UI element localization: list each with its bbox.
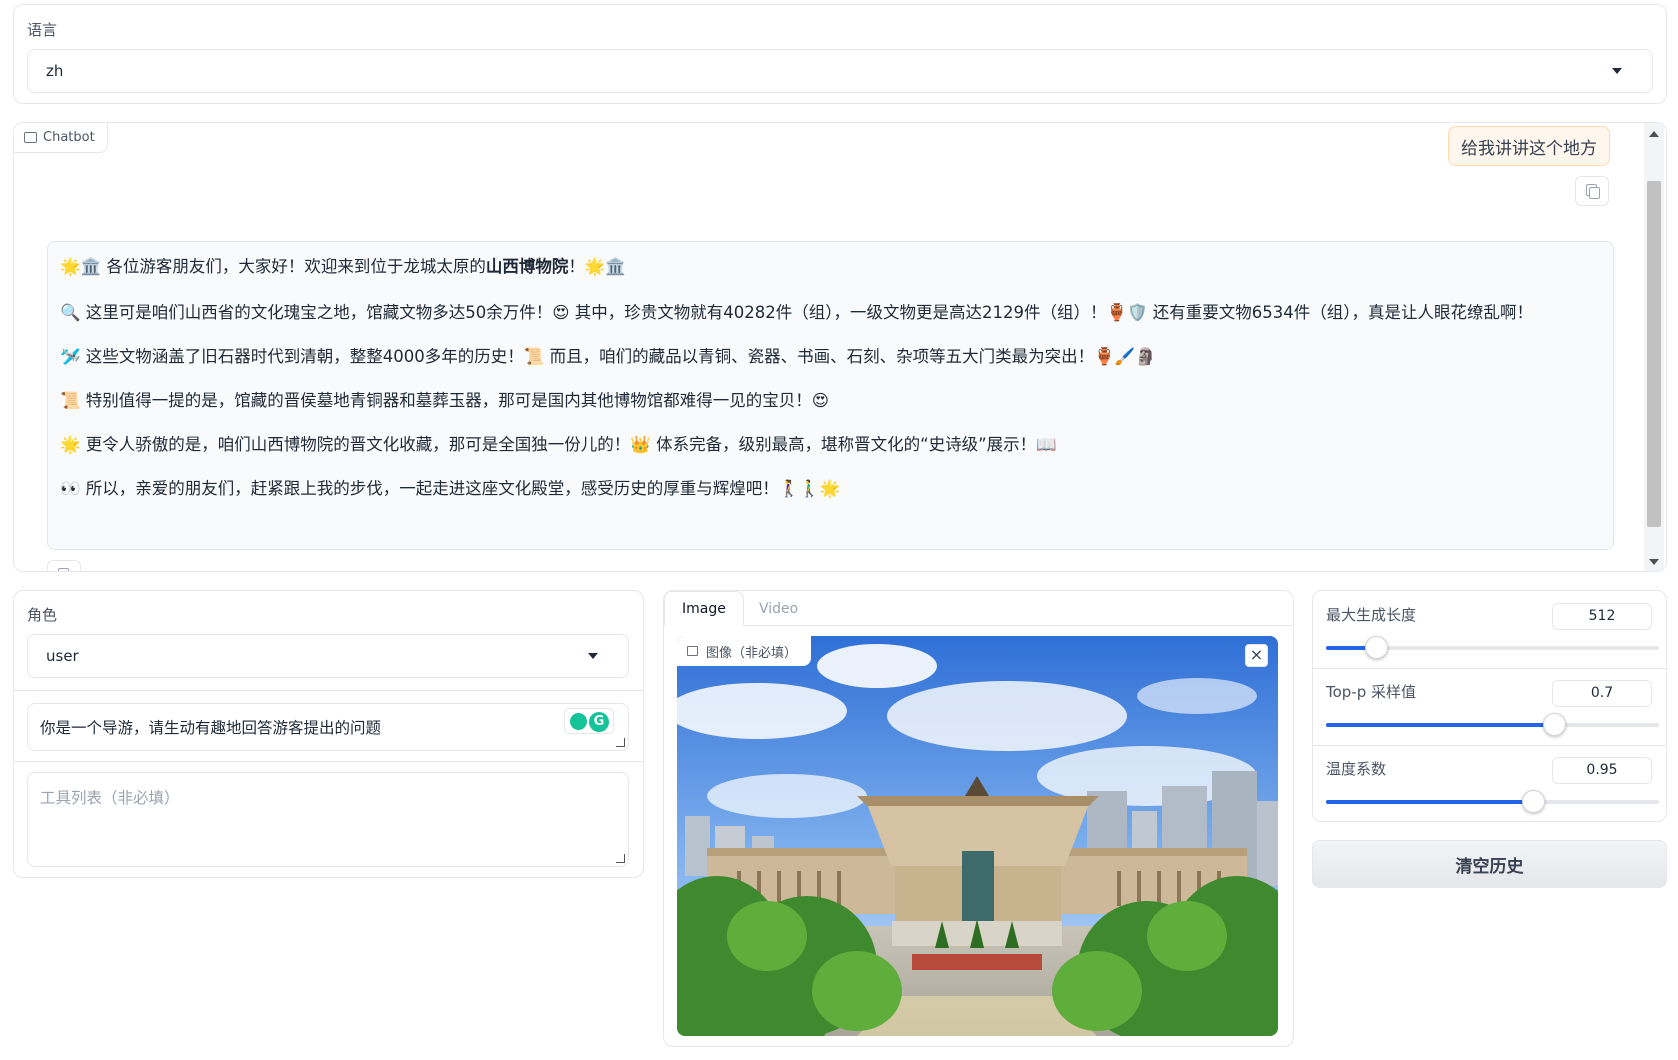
tools-input[interactable]: 工具列表（非必填）	[27, 772, 629, 867]
bot-paragraph: 📜 特别值得一提的是，馆藏的晋侯墓地青铜器和墓葬玉器，那可是国内其他博物馆都难得…	[60, 391, 829, 410]
bot-paragraph: 🌟🏛️ 各位游客朋友们，大家好！欢迎来到位于龙城太原的山西博物院！🌟🏛️	[60, 252, 1601, 281]
chat-scrollbar[interactable]	[1644, 123, 1664, 571]
copy-icon-front	[61, 571, 72, 572]
temperature-slider[interactable]	[1326, 790, 1659, 813]
copy-icon-front	[1589, 187, 1600, 199]
bot-text: ！🌟🏛️	[568, 257, 626, 276]
chatbot-panel: Chatbot 给我讲讲这个地方 🌟🏛️ 各位游客朋友们，大家好！欢迎来到位于龙…	[13, 122, 1667, 572]
top-p-input[interactable]: 0.7	[1552, 680, 1652, 707]
tab-image[interactable]: Image	[664, 591, 744, 626]
max-length-input[interactable]: 512	[1552, 603, 1652, 630]
bot-paragraph: 👀 所以，亲爱的朋友们，赶紧跟上我的步伐，一起走进这座文化殿堂，感受历史的厚重与…	[60, 479, 841, 498]
image-upload[interactable]: 图像（非必填） ×	[677, 636, 1278, 1036]
copy-user-message-button[interactable]	[1575, 176, 1609, 206]
scroll-up-icon[interactable]	[1649, 131, 1659, 137]
close-icon[interactable]: ×	[1245, 644, 1268, 667]
slider-knob[interactable]	[1364, 636, 1388, 659]
temperature-input[interactable]: 0.95	[1552, 757, 1652, 784]
language-label: 语言	[27, 21, 58, 39]
user-message: 给我讲讲这个地方	[1448, 126, 1610, 166]
language-value: zh	[46, 62, 64, 80]
top-p-control: Top-p 采样值 0.7	[1313, 668, 1666, 745]
language-dropdown[interactable]: zh	[27, 49, 1653, 93]
image-label-text: 图像（非必填）	[706, 645, 798, 661]
bot-paragraph: 🛩️ 这些文物涵盖了旧石器时代到清朝，整整4000多年的历史！📜 而且，咱们的藏…	[60, 347, 1156, 366]
bot-paragraph: 🌟 更令人骄傲的是，咱们山西博物院的晋文化收藏，那可是全国独一份儿的！👑 体系完…	[60, 435, 1057, 454]
temperature-control: 温度系数 0.95	[1313, 745, 1666, 822]
max-length-control: 最大生成长度 512	[1313, 591, 1666, 668]
bot-text: 🌟🏛️ 各位游客朋友们，大家好！欢迎来到位于龙城太原的	[60, 257, 486, 276]
divider	[14, 761, 643, 762]
bulb-icon[interactable]	[570, 713, 587, 730]
chatbot-tag-label: Chatbot	[43, 130, 95, 145]
max-length-slider[interactable]	[1326, 636, 1659, 659]
slider-fill	[1326, 800, 1534, 804]
tab-divider	[664, 625, 1293, 626]
tab-video[interactable]: Video	[742, 591, 815, 626]
copy-icon	[58, 568, 69, 571]
divider	[14, 690, 643, 691]
clear-history-button[interactable]: 清空历史	[1312, 840, 1667, 888]
top-p-label: Top-p 采样值	[1326, 683, 1417, 701]
grammarly-widget[interactable]: G	[564, 708, 614, 734]
tools-placeholder: 工具列表（非必填）	[40, 789, 180, 807]
slider-knob[interactable]	[1543, 713, 1567, 736]
chevron-down-icon	[588, 653, 598, 659]
bot-message: 🌟🏛️ 各位游客朋友们，大家好！欢迎来到位于龙城太原的山西博物院！🌟🏛️ 🔍 这…	[47, 241, 1614, 550]
role-panel: 角色 user 你是一个导游，请生动有趣地回答游客提出的问题 G 工具列表（非必…	[13, 590, 644, 878]
grammarly-icon[interactable]: G	[589, 712, 609, 732]
bot-bold-text: 山西博物院	[485, 257, 569, 276]
parameters-panel: 最大生成长度 512 Top-p 采样值 0.7 温度系数 0.95	[1312, 590, 1667, 822]
role-label: 角色	[27, 606, 58, 624]
language-panel: 语言 zh	[13, 4, 1667, 104]
image-label: 图像（非必填）	[677, 636, 812, 666]
chatbot-tag: Chatbot	[14, 123, 108, 153]
role-value: user	[46, 647, 79, 665]
chevron-down-icon	[1612, 68, 1622, 74]
media-panel: Image Video 图像（非必填） ×	[663, 590, 1294, 1047]
museum-photo	[677, 636, 1278, 1036]
copy-bot-message-button[interactable]	[47, 560, 81, 572]
chat-icon	[24, 132, 37, 143]
slider-knob[interactable]	[1522, 790, 1546, 813]
max-length-label: 最大生成长度	[1326, 606, 1417, 624]
system-prompt-text: 你是一个导游，请生动有趣地回答游客提出的问题	[40, 719, 382, 737]
system-prompt-input[interactable]: 你是一个导游，请生动有趣地回答游客提出的问题 G	[27, 703, 629, 751]
image-icon	[687, 646, 698, 656]
bot-paragraph: 🔍 这里可是咱们山西省的文化瑰宝之地，馆藏文物多达50余万件！😍 其中，珍贵文物…	[60, 303, 1534, 322]
top-p-slider[interactable]	[1326, 713, 1659, 736]
slider-fill	[1326, 723, 1555, 727]
role-dropdown[interactable]: user	[27, 634, 629, 678]
resize-handle-icon[interactable]	[616, 854, 625, 863]
scrollbar-thumb[interactable]	[1647, 181, 1661, 527]
scroll-down-icon[interactable]	[1649, 559, 1659, 565]
temperature-label: 温度系数	[1326, 760, 1387, 778]
resize-handle-icon[interactable]	[616, 738, 625, 747]
